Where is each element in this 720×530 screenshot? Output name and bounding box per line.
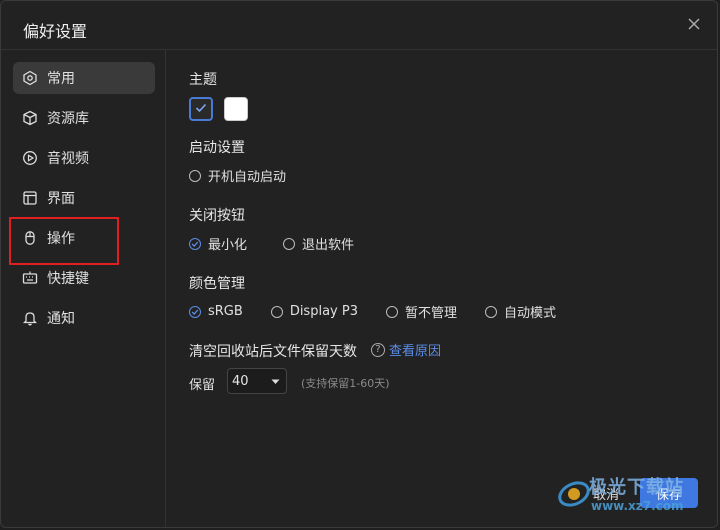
radio-label: sRGB xyxy=(208,304,243,319)
bell-icon xyxy=(22,310,38,326)
retain-hint: (支持保留1-60天) xyxy=(301,377,390,390)
close-button-label: 关闭按钮 xyxy=(189,208,245,224)
caret-down-icon xyxy=(271,374,280,389)
play-circle-icon xyxy=(22,150,38,166)
radio-circle xyxy=(485,305,497,318)
close-icon[interactable] xyxy=(685,15,703,33)
sidebar-item-label: 操作 xyxy=(47,231,75,247)
theme-dark-swatch[interactable] xyxy=(189,97,213,121)
cancel-button[interactable]: 取消 xyxy=(581,478,631,508)
sidebar-item-label: 通知 xyxy=(47,311,75,327)
radio-check-icon xyxy=(189,305,201,318)
radio-circle xyxy=(189,169,201,182)
radio-circle xyxy=(270,305,283,318)
title-bar: 偏好设置 xyxy=(1,1,717,50)
keyboard-icon xyxy=(22,270,38,286)
radio-label: 暂不管理 xyxy=(404,306,457,321)
sidebar: 常用 资源库 音视频 界面 操作 快捷键 通知 xyxy=(1,50,166,527)
startup-label: 启动设置 xyxy=(189,140,245,156)
radio-check-icon xyxy=(189,237,201,250)
view-reason-link[interactable]: ? 查看原因 xyxy=(371,340,441,359)
sidebar-item-shortcuts[interactable]: 快捷键 xyxy=(13,262,155,294)
display-p3-radio[interactable]: Display P3 xyxy=(270,304,358,319)
sidebar-item-label: 快捷键 xyxy=(47,271,89,287)
mouse-icon xyxy=(22,230,38,246)
theme-light-swatch[interactable] xyxy=(224,97,248,121)
layout-icon xyxy=(22,190,38,206)
startup-options: 开机自动启动 xyxy=(189,166,300,185)
radio-label: 最小化 xyxy=(208,238,248,253)
question-icon: ? xyxy=(371,342,385,357)
auto-start-radio[interactable]: 开机自动启动 xyxy=(189,166,286,185)
retain-label: 保留 xyxy=(189,378,216,393)
link-text: 查看原因 xyxy=(389,344,442,359)
minimize-radio[interactable]: 最小化 xyxy=(189,234,247,253)
radio-label: 退出软件 xyxy=(302,238,355,253)
sidebar-item-media[interactable]: 音视频 xyxy=(13,142,155,174)
color-options: sRGB Display P3 暂不管理 自动模式 xyxy=(189,302,570,321)
sidebar-item-label: 常用 xyxy=(47,71,75,87)
exit-radio[interactable]: 退出软件 xyxy=(283,234,354,253)
cube-icon xyxy=(22,110,38,126)
save-button[interactable]: 保存 xyxy=(640,478,698,508)
hexagon-icon xyxy=(22,70,38,86)
auto-mode-radio[interactable]: 自动模式 xyxy=(485,302,556,321)
check-icon xyxy=(194,100,208,119)
sidebar-item-interface[interactable]: 界面 xyxy=(13,182,155,214)
sidebar-item-general[interactable]: 常用 xyxy=(13,62,155,94)
dialog-title: 偏好设置 xyxy=(23,22,88,41)
radio-label: Display P3 xyxy=(289,304,358,319)
preferences-dialog: 偏好设置 常用 资源库 音视频 界面 操作 快捷键 通知 主题 启动设置 开机自… xyxy=(0,0,718,528)
settings-panel: 主题 启动设置 开机自动启动 关闭按钮 最小化 退出软件 颜色管理 sRGB D… xyxy=(189,50,717,527)
sidebar-item-label: 界面 xyxy=(47,191,75,207)
sidebar-item-label: 音视频 xyxy=(47,151,89,167)
sidebar-item-operation[interactable]: 操作 xyxy=(13,222,155,254)
no-management-radio[interactable]: 暂不管理 xyxy=(385,302,457,321)
color-management-label: 颜色管理 xyxy=(189,276,245,292)
select-value: 40 xyxy=(232,373,249,389)
close-button-options: 最小化 退出软件 xyxy=(189,234,368,253)
radio-circle xyxy=(385,305,398,318)
sidebar-item-library[interactable]: 资源库 xyxy=(13,102,155,134)
retain-days-select[interactable]: 40 xyxy=(227,368,287,394)
radio-label: 自动模式 xyxy=(504,306,557,321)
radio-label: 开机自动启动 xyxy=(208,170,287,185)
sidebar-item-label: 资源库 xyxy=(47,111,89,127)
theme-label: 主题 xyxy=(189,72,217,88)
srgb-radio[interactable]: sRGB xyxy=(189,304,243,319)
recycle-retention-label: 清空回收站后文件保留天数 xyxy=(189,344,357,360)
sidebar-item-notifications[interactable]: 通知 xyxy=(13,302,155,334)
radio-circle xyxy=(283,237,296,250)
